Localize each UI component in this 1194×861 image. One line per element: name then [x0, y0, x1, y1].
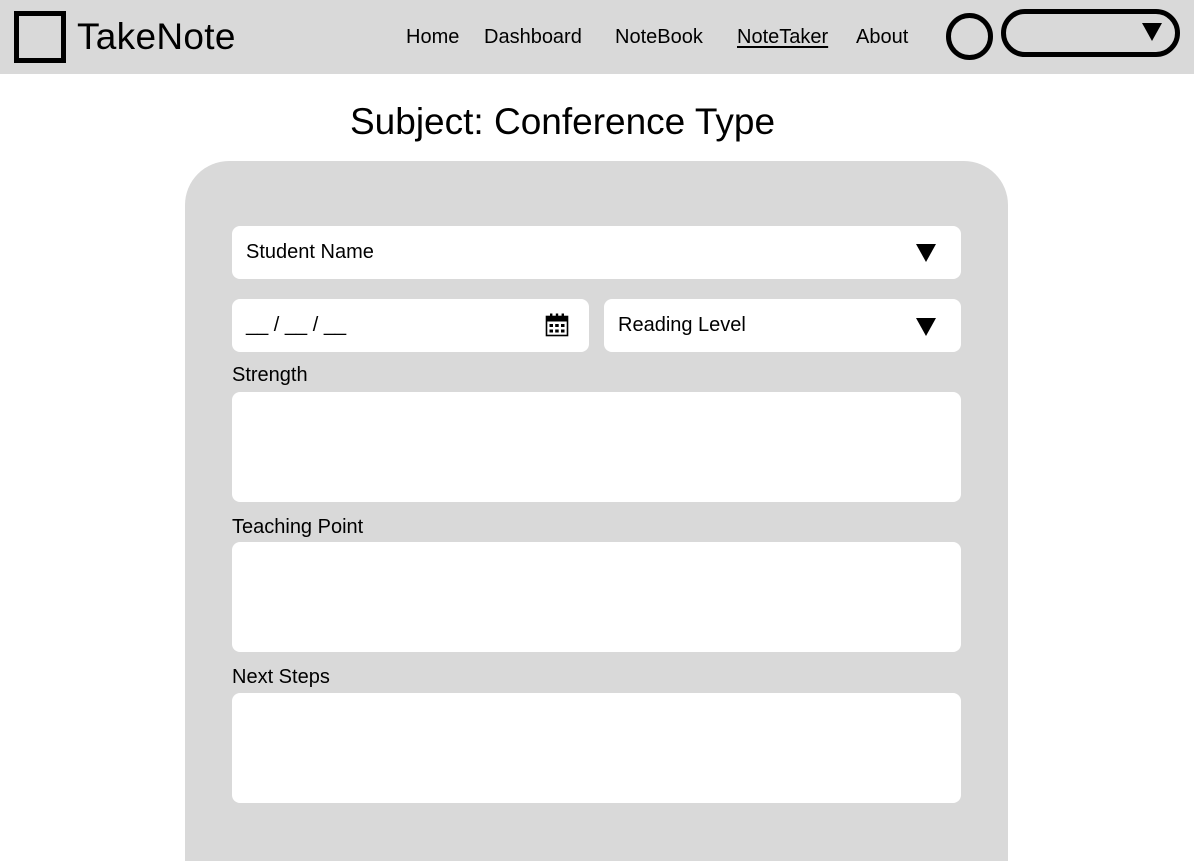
chevron-down-icon [1142, 23, 1162, 41]
strength-label: Strength [232, 364, 308, 386]
reading-level-select[interactable]: Reading Level [604, 299, 961, 352]
next-steps-textarea[interactable] [232, 693, 961, 803]
student-name-placeholder: Student Name [246, 241, 374, 263]
account-dropdown[interactable] [1001, 9, 1180, 57]
top-navigation-bar: TakeNote Home Dashboard NoteBook NoteTak… [0, 0, 1194, 74]
brand-name[interactable]: TakeNote [77, 15, 236, 59]
teaching-point-textarea[interactable] [232, 542, 961, 652]
reading-level-placeholder: Reading Level [618, 314, 746, 336]
user-circle-icon[interactable] [946, 13, 993, 60]
strength-textarea[interactable] [232, 392, 961, 502]
nav-about[interactable]: About [856, 25, 908, 49]
student-name-select[interactable]: Student Name [232, 226, 961, 279]
page-title: Subject: Conference Type [350, 101, 776, 142]
chevron-down-icon [916, 244, 936, 262]
date-placeholder: __ / __ / __ [246, 314, 347, 336]
nav-dashboard[interactable]: Dashboard [484, 25, 582, 49]
date-input[interactable]: __ / __ / __ [232, 299, 589, 352]
chevron-down-icon [916, 318, 936, 336]
square-logo-icon[interactable] [14, 11, 66, 63]
nav-notebook[interactable]: NoteBook [615, 25, 703, 49]
nav-notetaker[interactable]: NoteTaker [737, 25, 828, 49]
nav-home[interactable]: Home [406, 25, 459, 49]
teaching-point-label: Teaching Point [232, 516, 364, 538]
calendar-icon[interactable] [545, 313, 569, 337]
next-steps-label: Next Steps [232, 666, 330, 688]
